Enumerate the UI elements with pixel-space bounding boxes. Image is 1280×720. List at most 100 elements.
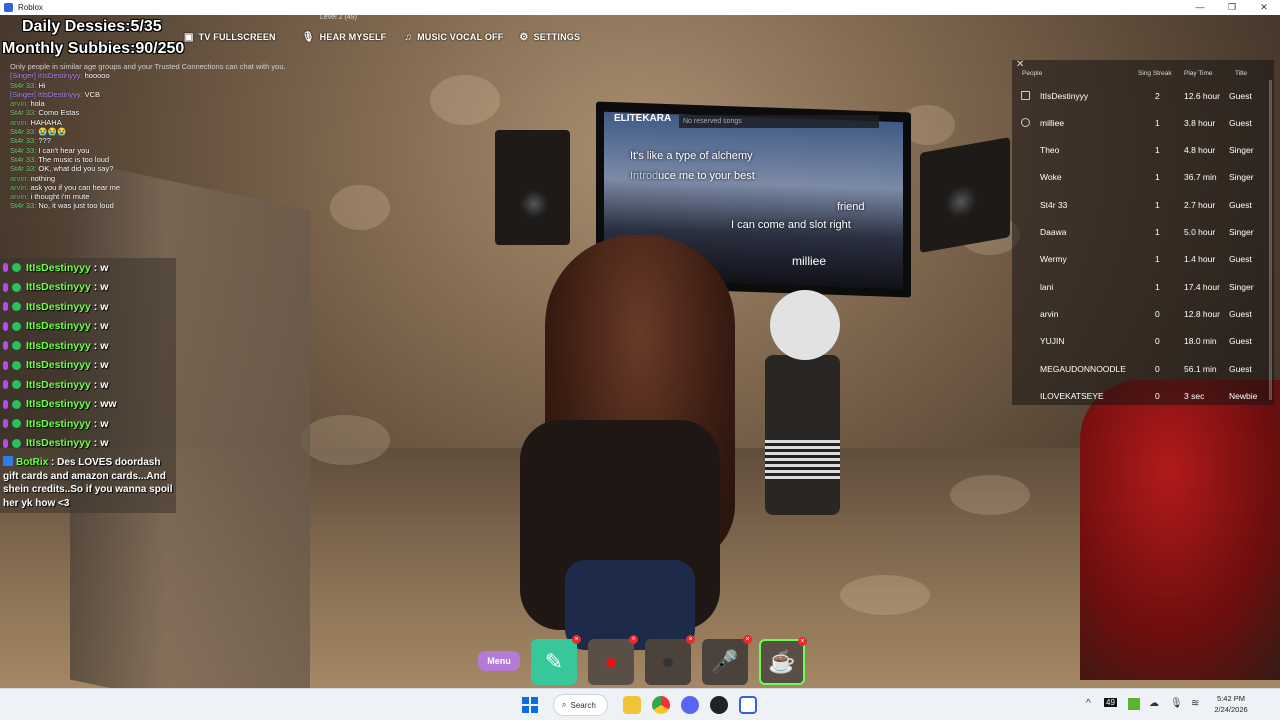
tray-overflow-icon[interactable]: ^ <box>1086 698 1091 709</box>
player-play-time: 56.1 min <box>1184 363 1217 374</box>
close-leaderboard-icon[interactable]: ✕ <box>1016 59 1024 70</box>
speaker-cone <box>945 182 977 221</box>
stream-chat-user: ItIsDestinyyy <box>26 359 91 372</box>
player-sing-streak: 2 <box>1155 90 1160 101</box>
chat-author[interactable]: arvin: <box>10 192 28 201</box>
player-sing-streak: 1 <box>1155 117 1160 128</box>
nvidia-tray-icon[interactable]: 49 <box>1104 698 1117 707</box>
hear-myself-label: HEAR MYSELF <box>319 32 387 42</box>
leaderboard-row[interactable]: milliee 1 3.8 hour Guest <box>1012 109 1274 136</box>
start-button[interactable] <box>522 697 538 713</box>
chat-author[interactable]: St4r 33: <box>10 136 36 145</box>
chat-text: hola <box>30 99 45 109</box>
taskbar-search[interactable]: ⌕ Search <box>553 694 608 716</box>
chat-author[interactable]: [Singer] ItIsDestinyyy: <box>10 90 83 99</box>
leaderboard-row[interactable]: Daawa 1 5.0 hour Singer <box>1012 219 1274 246</box>
settings-button[interactable]: ⚙ SETTINGS <box>515 28 584 46</box>
other-avatar-body <box>765 355 840 515</box>
player-name: St4r 33 <box>1040 199 1068 210</box>
obs-icon[interactable] <box>710 696 728 714</box>
verified-badge-icon <box>12 282 21 292</box>
verified-badge-icon <box>12 438 21 448</box>
leaderboard-row[interactable]: Wermy 1 1.4 hour Guest <box>1012 246 1274 273</box>
stream-chat-row: ItIsDestinyyy: w <box>0 356 176 376</box>
friend-icon <box>1021 118 1030 128</box>
mic-badge-icon <box>3 360 8 370</box>
stream-chat-text: : w <box>93 378 109 391</box>
player-name: Woke <box>1040 172 1062 183</box>
chat-author[interactable]: arvin: <box>10 99 28 108</box>
stream-chat-user: ItIsDestinyyy <box>26 339 91 352</box>
verified-badge-icon <box>12 399 21 409</box>
chat-author[interactable]: St4r 33: <box>10 155 36 164</box>
hotbar-slot-2[interactable]: ● × <box>588 635 638 685</box>
remove-icon[interactable]: × <box>798 637 807 646</box>
player-title: Singer <box>1229 172 1254 183</box>
taskbar-clock[interactable]: 5:42 PM 2/24/2026 <box>1206 693 1256 715</box>
leaderboard-row[interactable]: ILOVEKATSEYE 0 3 sec Newbie <box>1012 382 1274 409</box>
player-title: Singer <box>1229 281 1254 292</box>
windows-taskbar: ⌕Search ^ 49 ☁ 🎙 ≋ 🔊 5:42 PM 2/24/2026 <box>0 688 1280 720</box>
player-play-time: 18.0 min <box>1184 336 1217 347</box>
remove-icon[interactable]: × <box>629 635 638 644</box>
leaderboard-row[interactable]: Theo 1 4.8 hour Singer <box>1012 137 1274 164</box>
chat-author[interactable]: St4r 33: <box>10 201 36 210</box>
player-play-time: 12.8 hour <box>1184 308 1220 319</box>
stream-chat-user: ItIsDestinyyy <box>26 417 91 430</box>
wifi-icon[interactable]: ≋ <box>1191 698 1199 709</box>
hotbar-slot-5[interactable]: ☕ × <box>759 637 807 685</box>
chat-message: St4r 33: OK, what did you say? <box>10 164 300 173</box>
chat-author[interactable]: St4r 33: <box>10 81 36 90</box>
remove-icon[interactable]: × <box>572 635 581 644</box>
leaderboard-scrollbar[interactable] <box>1269 80 1272 400</box>
player-sing-streak: 1 <box>1155 281 1160 292</box>
close-window-button[interactable]: ✕ <box>1248 0 1280 15</box>
player-sing-streak: 0 <box>1155 336 1160 347</box>
remove-icon[interactable]: × <box>743 635 752 644</box>
file-explorer-icon[interactable] <box>623 696 641 714</box>
other-avatar[interactable] <box>770 290 840 360</box>
roblox-chat-log[interactable]: Only people in similar age groups and yo… <box>10 62 300 211</box>
leaderboard-row[interactable]: ItIsDestinyyy 2 12.6 hour Guest <box>1012 82 1274 109</box>
lyric-unsung-part: uce me to your best <box>658 170 755 182</box>
leaderboard-row[interactable]: MEGAUDONNOODLE 0 56.1 min Guest <box>1012 355 1274 382</box>
song-queue-bar: No reserved songs <box>679 115 879 128</box>
maximize-button[interactable]: ❐ <box>1216 0 1248 15</box>
chat-author[interactable]: arvin: <box>10 118 28 127</box>
chat-author[interactable]: arvin: <box>10 174 28 183</box>
leaderboard-row[interactable]: St4r 33 1 2.7 hour Guest <box>1012 191 1274 218</box>
right-speaker <box>920 137 1010 253</box>
clock-date: 2/24/2026 <box>1214 705 1248 714</box>
discord-icon[interactable] <box>681 696 699 714</box>
mic-tray-icon[interactable]: 🎙 <box>1170 698 1183 709</box>
tv-fullscreen-button[interactable]: ▣ TV FULLSCREEN <box>180 28 280 46</box>
chat-text: i thought i'm mute <box>30 192 90 202</box>
red-character[interactable] <box>1080 380 1280 680</box>
tray-app-icon[interactable] <box>1128 698 1140 710</box>
monthly-goal: Monthly Subbies:90/250 <box>2 40 185 57</box>
stream-chat-user: ItIsDestinyyy <box>26 300 91 313</box>
leaderboard-row[interactable]: YUJIN 0 18.0 min Guest <box>1012 328 1274 355</box>
stream-chat-text: : w <box>93 300 109 313</box>
chat-author[interactable]: St4r 33: <box>10 127 36 136</box>
chat-author[interactable]: St4r 33: <box>10 146 36 155</box>
minimize-button[interactable]: — <box>1184 0 1216 15</box>
leaderboard-row[interactable]: lani 1 17.4 hour Singer <box>1012 273 1274 300</box>
roblox-taskbar-icon[interactable] <box>739 696 757 714</box>
music-vocal-button[interactable]: ♫ MUSIC VOCAL OFF <box>400 28 507 46</box>
cloud-tray-icon[interactable]: ☁ <box>1149 698 1159 709</box>
leaderboard-row[interactable]: arvin 0 12.8 hour Guest <box>1012 300 1274 327</box>
roblox-app-icon <box>4 3 13 12</box>
hotbar-slot-4[interactable]: 🎤 × <box>702 635 752 685</box>
hear-myself-button[interactable]: 🎙 HEAR MYSELF <box>298 28 391 46</box>
remove-icon[interactable]: × <box>686 635 695 644</box>
chat-author[interactable]: [Singer] ItIsDestinyyy: <box>10 71 83 80</box>
chat-author[interactable]: St4r 33: <box>10 164 36 173</box>
chrome-icon[interactable] <box>652 696 670 714</box>
hotbar-slot-1[interactable]: ✎ × <box>531 635 581 685</box>
leaderboard-row[interactable]: Woke 1 36.7 min Singer <box>1012 164 1274 191</box>
hotbar-slot-3[interactable]: ● × <box>645 635 695 685</box>
menu-button[interactable]: Menu <box>478 651 520 671</box>
chat-author[interactable]: arvin: <box>10 183 28 192</box>
chat-author[interactable]: St4r 33: <box>10 108 36 117</box>
